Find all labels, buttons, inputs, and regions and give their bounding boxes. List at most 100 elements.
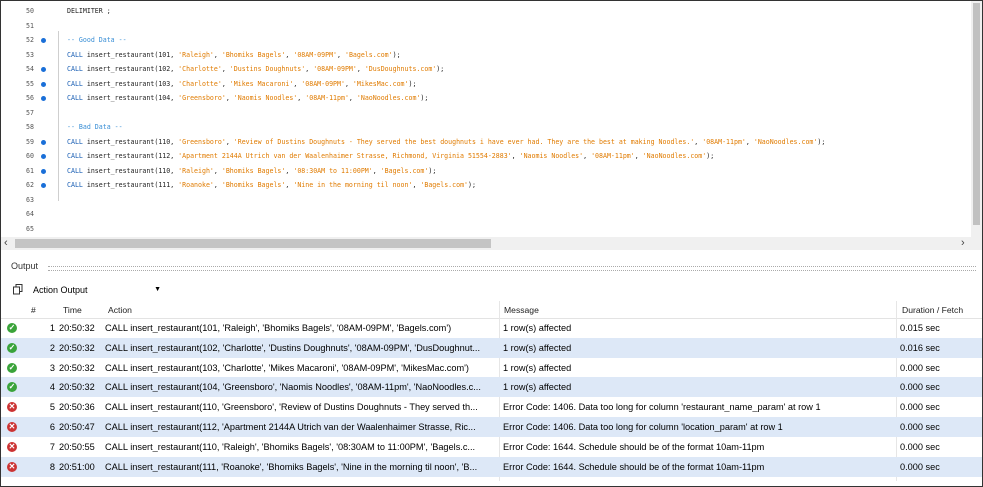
row-number: 5 <box>49 402 55 413</box>
code-line[interactable]: 57 <box>1 106 970 120</box>
comment: -- Good Data -- <box>67 36 127 44</box>
string-literal: 'Roanoke' <box>178 181 214 189</box>
error-icon: ✕ <box>7 422 17 432</box>
row-time: 20:50:32 <box>59 382 95 393</box>
code-token: , <box>213 166 222 175</box>
statement-marker-icon <box>41 96 46 101</box>
row-duration: 0.000 sec <box>900 441 940 452</box>
line-number: 56 <box>26 94 34 102</box>
column-header-action[interactable]: Action <box>108 305 132 315</box>
scroll-left-icon[interactable]: ‹ <box>4 237 8 250</box>
code-token: ); <box>392 50 401 59</box>
string-literal: 'NaoNoodles.com' <box>642 152 707 160</box>
code-line[interactable]: 64 <box>1 207 970 221</box>
string-literal: 'Apartment 2144A Utrich van der Waalenha… <box>178 152 512 160</box>
code-line[interactable]: 63 <box>1 193 970 207</box>
code-text: CALL insert_restaurant(112, 'Apartment 2… <box>67 149 714 163</box>
code-token: , <box>337 50 345 59</box>
string-literal: 'Nine in the morning til noon' <box>293 181 413 189</box>
string-literal: 'Raleigh' <box>178 166 214 175</box>
line-number: 61 <box>26 166 34 175</box>
statement-marker-icon <box>41 67 46 72</box>
code-text: CALL insert_restaurant(111, 'Roanoke', '… <box>67 178 476 192</box>
row-action: CALL insert_restaurant(110, 'Raleigh', '… <box>105 441 476 452</box>
code-line[interactable]: 55 CALL insert_restaurant(103, 'Charlotte… <box>1 77 970 91</box>
code-token: , <box>213 50 222 59</box>
row-action: CALL insert_restaurant(112, 'Apartment 2… <box>105 422 476 432</box>
horizontal-scroll-thumb[interactable] <box>15 239 491 248</box>
column-header-message[interactable]: Message <box>504 305 539 315</box>
code-token: ); <box>468 181 476 189</box>
code-text: CALL insert_restaurant(102, 'Charlotte',… <box>67 62 444 76</box>
vertical-scroll-thumb[interactable] <box>973 3 980 225</box>
code-token: DELIMITER ; <box>67 7 111 15</box>
code-token: , <box>225 137 234 146</box>
panel-grip[interactable] <box>48 266 976 271</box>
editor-horizontal-scrollbar[interactable]: ‹ › <box>1 237 982 250</box>
row-duration: 0.016 sec <box>900 342 940 353</box>
editor-vertical-scrollbar[interactable] <box>971 1 982 237</box>
output-row[interactable]: ✕ 7 20:50:55 CALL insert_restaurant(110, 'R… <box>1 437 982 457</box>
output-row[interactable]: ✓ 4 20:50:32 CALL insert_restaurant(104, 'G… <box>1 377 982 398</box>
row-message: 1 row(s) affected <box>503 382 572 393</box>
row-number: 7 <box>49 441 55 452</box>
line-number: 57 <box>26 108 34 117</box>
code-line[interactable]: 54 CALL insert_restaurant(102, 'Charlotte… <box>1 62 970 76</box>
row-time: 20:50:32 <box>59 323 95 333</box>
statement-marker-icon <box>41 183 46 188</box>
column-header-number[interactable]: # <box>31 305 36 315</box>
line-number: 65 <box>26 224 34 233</box>
string-literal: 'DusDoughnuts.com' <box>364 65 437 73</box>
row-action: CALL insert_restaurant(103, 'Charlotte',… <box>105 362 469 373</box>
output-row[interactable]: ✕ 8 20:51:00 CALL insert_restaurant(111, 'R… <box>1 456 982 477</box>
line-number: 54 <box>26 65 34 73</box>
code-token: , <box>511 152 520 160</box>
row-duration: 0.015 sec <box>900 323 940 333</box>
string-literal: 'Bhomiks Bagels' <box>221 50 286 59</box>
keyword: CALL <box>67 137 87 146</box>
code-line[interactable]: 51 <box>1 19 970 33</box>
statement-marker-icon <box>41 139 46 145</box>
success-icon: ✓ <box>7 342 17 353</box>
code-line[interactable]: 56 CALL insert_restaurant(104, 'Greensbor… <box>1 91 970 105</box>
code-line[interactable]: 53 CALL insert_restaurant(101, 'Raleigh',… <box>1 48 970 62</box>
string-literal: '08AM-11pm' <box>305 94 349 102</box>
string-literal: '08AM-09PM' <box>293 50 338 59</box>
row-number: 1 <box>49 323 55 333</box>
copy-icon[interactable] <box>13 284 23 295</box>
code-line[interactable]: 52 -- Good Data -- <box>1 33 970 47</box>
code-line[interactable]: 58 -- Bad Data -- <box>1 120 970 134</box>
code-token: , <box>221 79 230 88</box>
sql-editor[interactable]: 50 DELIMITER ; 51 52 -- Good Data -- 53 CALL i… <box>1 1 970 237</box>
code-line[interactable]: 65 <box>1 222 970 236</box>
output-type-value: Action Output <box>33 285 88 295</box>
code-line[interactable]: 60 CALL insert_restaurant(112, 'Apartment… <box>1 149 970 163</box>
column-header-time[interactable]: Time <box>63 305 82 315</box>
code-line[interactable]: 59 CALL insert_restaurant(110, 'Greensbor… <box>1 135 970 149</box>
line-number: 62 <box>26 181 34 189</box>
output-row[interactable]: ✓ 1 20:50:32 CALL insert_restaurant(101, 'R… <box>1 318 982 338</box>
output-type-select[interactable]: Action Output ▼ <box>29 283 164 297</box>
code-line[interactable]: 50 DELIMITER ; <box>1 4 970 18</box>
keyword: CALL <box>67 94 87 102</box>
code-line[interactable]: 61 CALL insert_restaurant(110, 'Raleigh',… <box>1 164 970 178</box>
string-literal: 'Review of Dustins Doughnuts - They serv… <box>233 137 695 146</box>
string-literal: '08AM-11pm' <box>702 137 746 146</box>
line-number: 64 <box>26 210 34 218</box>
success-icon: ✓ <box>7 362 17 373</box>
output-row[interactable]: ✓ 3 20:50:32 CALL insert_restaurant(103, 'C… <box>1 358 982 378</box>
output-row[interactable]: ✕ 6 20:50:47 CALL insert_restaurant(112, 'A… <box>1 417 982 437</box>
code-line[interactable]: 62 CALL insert_restaurant(111, 'Roanoke',… <box>1 178 970 192</box>
output-row[interactable]: ✓ 2 20:50:32 CALL insert_restaurant(102, 'C… <box>1 337 982 358</box>
row-duration: 0.000 sec <box>900 382 940 393</box>
column-header-duration[interactable]: Duration / Fetch <box>902 305 963 315</box>
row-message: Error Code: 1644. Schedule should be of … <box>503 441 765 452</box>
output-row[interactable]: ✕ 5 20:50:36 CALL insert_restaurant(110, 'G… <box>1 397 982 417</box>
output-toolbar: Action Output ▼ <box>1 280 982 300</box>
success-icon: ✓ <box>7 382 17 393</box>
string-literal: 'NaoNoodles.com' <box>356 94 421 102</box>
scroll-right-icon[interactable]: › <box>961 237 965 250</box>
code-token: ); <box>436 65 445 73</box>
row-time: 20:50:32 <box>59 342 95 353</box>
keyword: CALL <box>67 152 87 160</box>
